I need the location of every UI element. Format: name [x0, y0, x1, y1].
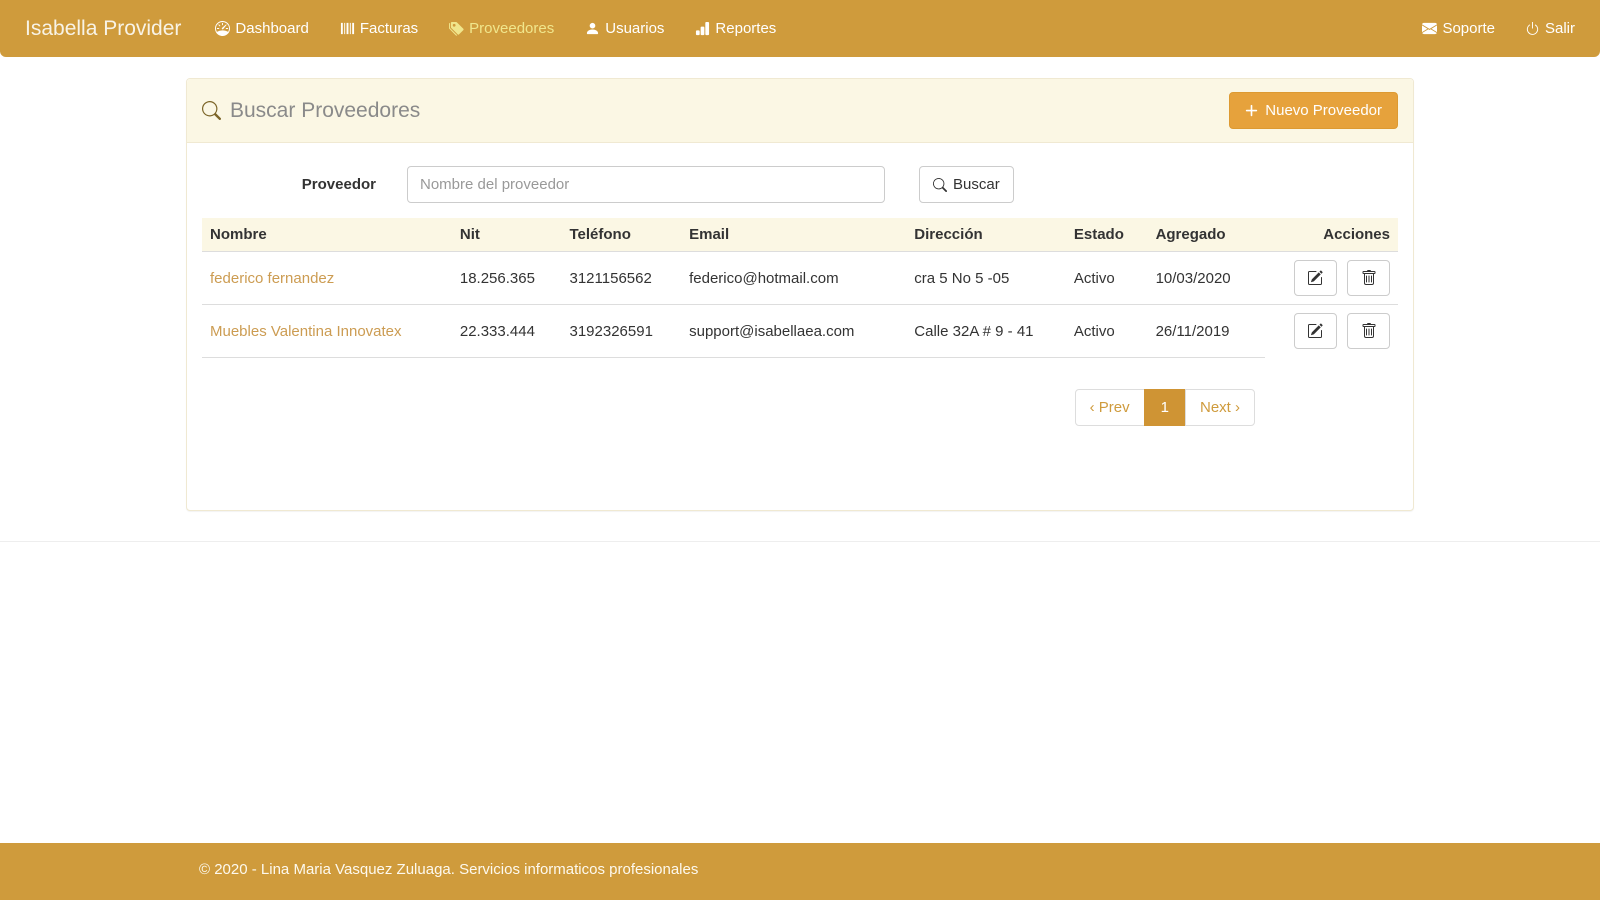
cell-direccion: cra 5 No 5 -05: [906, 252, 1066, 305]
cell-agregado: 26/11/2019: [1148, 305, 1280, 358]
nav-item-label: Salir: [1545, 20, 1575, 37]
barcode-icon: [340, 21, 355, 36]
nav-item-label: Proveedores: [469, 20, 554, 37]
column-header-telefono: Teléfono: [562, 218, 682, 252]
column-header-estado: Estado: [1066, 218, 1148, 252]
brand[interactable]: Isabella Provider: [25, 17, 181, 41]
edit-icon: [1307, 270, 1323, 286]
column-header-agregado: Agregado: [1148, 218, 1280, 252]
table-row: Muebles Valentina Innovatex 22.333.444 3…: [202, 305, 1398, 358]
pagination-prev[interactable]: ‹ Prev: [1075, 389, 1145, 426]
search-icon: [202, 101, 221, 120]
pagination: ‹ Prev 1 Next ›: [202, 389, 1398, 426]
search-icon: [933, 178, 947, 192]
panel-header: Buscar Proveedores Nuevo Proveedor: [187, 79, 1413, 143]
search-button-label: Buscar: [953, 176, 1000, 193]
page-title-text: Buscar Proveedores: [230, 99, 420, 123]
provider-name-link[interactable]: federico fernandez: [210, 270, 334, 287]
provider-name-link[interactable]: Muebles Valentina Innovatex: [210, 323, 402, 340]
tags-icon: [449, 21, 464, 36]
footer: © 2020 - Lina Maria Vasquez Zuluaga. Ser…: [0, 843, 1600, 900]
nav-item-facturas[interactable]: Facturas: [340, 20, 418, 37]
bar-chart-icon: [695, 21, 710, 36]
cell-nit: 18.256.365: [452, 252, 562, 305]
cell-estado: Activo: [1066, 305, 1148, 358]
nav-right: Soporte Salir: [1392, 20, 1575, 37]
column-header-nit: Nit: [452, 218, 562, 252]
content-divider: [0, 541, 1600, 542]
pagination-next[interactable]: Next ›: [1185, 389, 1255, 426]
envelope-icon: [1422, 21, 1437, 36]
nav-item-label: Reportes: [715, 20, 776, 37]
provider-name-input[interactable]: [407, 166, 885, 203]
provider-label: Proveedor: [202, 176, 376, 193]
nav-item-dashboard[interactable]: Dashboard: [215, 20, 308, 37]
delete-button[interactable]: [1347, 313, 1390, 349]
nav-item-label: Dashboard: [235, 20, 308, 37]
new-provider-button[interactable]: Nuevo Proveedor: [1229, 92, 1398, 129]
nav-item-usuarios[interactable]: Usuarios: [585, 20, 664, 37]
nav-item-label: Facturas: [360, 20, 418, 37]
search-button[interactable]: Buscar: [919, 166, 1014, 203]
trash-icon: [1361, 270, 1377, 286]
cell-email: support@isabellaea.com: [681, 305, 906, 358]
column-header-acciones: Acciones: [1280, 218, 1398, 252]
table-bottom-border: [202, 357, 1265, 358]
cell-actions: [1280, 252, 1398, 305]
table-row: federico fernandez 18.256.365 3121156562…: [202, 252, 1398, 305]
edit-button[interactable]: [1294, 260, 1337, 296]
plus-icon: [1245, 104, 1258, 117]
pagination-page-1[interactable]: 1: [1144, 389, 1186, 426]
nav-item-label: Soporte: [1442, 20, 1495, 37]
main-container: Buscar Proveedores Nuevo Proveedor Prove…: [186, 78, 1414, 511]
cell-actions: [1280, 305, 1398, 358]
column-header-direccion: Dirección: [906, 218, 1066, 252]
cell-estado: Activo: [1066, 252, 1148, 305]
cell-telefono: 3121156562: [562, 252, 682, 305]
nav-item-proveedores[interactable]: Proveedores: [449, 20, 554, 37]
nav-item-label: Usuarios: [605, 20, 664, 37]
new-provider-button-label: Nuevo Proveedor: [1265, 102, 1382, 119]
delete-button[interactable]: [1347, 260, 1390, 296]
cell-email: federico@hotmail.com: [681, 252, 906, 305]
search-form: Proveedor Buscar: [202, 166, 1398, 203]
page-title: Buscar Proveedores: [202, 99, 420, 123]
cell-agregado: 10/03/2020: [1148, 252, 1280, 305]
trash-icon: [1361, 323, 1377, 339]
cell-telefono: 3192326591: [562, 305, 682, 358]
table-header-row: Nombre Nit Teléfono Email Dirección Esta…: [202, 218, 1398, 252]
column-header-email: Email: [681, 218, 906, 252]
column-header-nombre: Nombre: [202, 218, 452, 252]
speedometer-icon: [215, 21, 230, 36]
power-icon: [1525, 21, 1540, 36]
providers-panel: Buscar Proveedores Nuevo Proveedor Prove…: [186, 78, 1414, 511]
nav-item-soporte[interactable]: Soporte: [1422, 20, 1495, 37]
providers-table: Nombre Nit Teléfono Email Dirección Esta…: [202, 218, 1398, 357]
cell-nit: 22.333.444: [452, 305, 562, 358]
edit-icon: [1307, 323, 1323, 339]
copyright-text: © 2020 - Lina Maria Vasquez Zuluaga. Ser…: [186, 843, 1414, 878]
user-icon: [585, 21, 600, 36]
edit-button[interactable]: [1294, 313, 1337, 349]
panel-body: Proveedor Buscar Nombre Nit: [187, 143, 1413, 510]
top-navbar: Isabella Provider Dashboard Facturas Pro…: [0, 0, 1600, 57]
nav-item-reportes[interactable]: Reportes: [695, 20, 776, 37]
cell-direccion: Calle 32A # 9 - 41: [906, 305, 1066, 358]
nav-menu: Dashboard Facturas Proveedores Usuarios …: [215, 20, 807, 37]
nav-item-salir[interactable]: Salir: [1525, 20, 1575, 37]
